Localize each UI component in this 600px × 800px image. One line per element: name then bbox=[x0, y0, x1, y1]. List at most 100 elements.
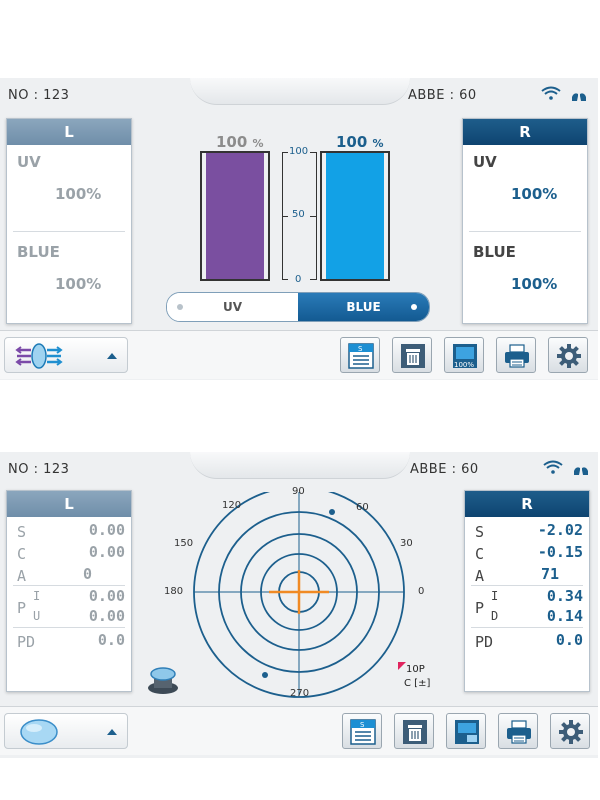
right-a-value: 71 bbox=[541, 565, 560, 583]
toggle-blue-dot bbox=[411, 304, 417, 310]
right-lens-panel: R UV 100% BLUE 100% bbox=[462, 118, 588, 324]
right-pd-value: 0.0 bbox=[555, 631, 583, 649]
settings-button[interactable] bbox=[548, 337, 588, 373]
uv-bar-unit: % bbox=[252, 137, 264, 150]
left-s-label: S bbox=[17, 523, 27, 541]
left-blue-value: 100% bbox=[55, 275, 102, 293]
delete-button[interactable] bbox=[392, 337, 432, 373]
toggle-uv-option[interactable]: UV bbox=[167, 293, 298, 321]
right-pi-label: I bbox=[491, 589, 499, 603]
uv-blue-toggle[interactable]: UV BLUE bbox=[166, 292, 430, 322]
right-uv-value: 100% bbox=[511, 185, 558, 203]
right-blue-label: BLUE bbox=[473, 243, 516, 261]
left-panel-title: L bbox=[7, 119, 131, 145]
right-pi-value: 0.34 bbox=[546, 587, 583, 605]
tick-mark-50-right bbox=[310, 216, 316, 217]
right-pd-label: PD bbox=[475, 633, 494, 651]
left-pi-label: I bbox=[33, 589, 41, 603]
tick-0: 0 bbox=[295, 274, 302, 285]
uv-bar-fill bbox=[206, 153, 264, 279]
left-a-label: A bbox=[17, 567, 27, 585]
left-divider-2 bbox=[13, 627, 125, 628]
uv-bar bbox=[200, 151, 270, 281]
display-icon bbox=[455, 720, 479, 744]
left-p-label: P bbox=[17, 599, 27, 617]
wifi-icon bbox=[541, 86, 561, 100]
prism-marker-icon bbox=[398, 662, 406, 670]
right-s-label: S bbox=[475, 523, 485, 541]
save-sheet-icon: S bbox=[350, 719, 376, 745]
tick-mark-0-right bbox=[310, 279, 316, 280]
tick-50: 50 bbox=[292, 209, 305, 220]
deg-150-label: 150 bbox=[174, 538, 194, 549]
abbe-value: ABBE : 60 bbox=[408, 88, 477, 103]
svg-text:S: S bbox=[358, 345, 363, 353]
tick-mark-100-right bbox=[310, 152, 316, 153]
wifi-icon bbox=[543, 460, 563, 474]
lens-cap-icon bbox=[148, 667, 178, 694]
chevron-up-icon bbox=[107, 729, 117, 735]
right-c-label: C bbox=[475, 545, 485, 563]
tick-mark-0-left bbox=[282, 279, 288, 280]
lens-icon bbox=[20, 719, 58, 745]
left-divider-1 bbox=[13, 585, 125, 586]
chevron-up-icon bbox=[107, 353, 117, 359]
deg-90-label: 90 bbox=[292, 486, 305, 497]
right-panel-title: R bbox=[463, 119, 587, 145]
left-divider bbox=[13, 231, 125, 232]
top-tab-notch-2 bbox=[190, 452, 410, 479]
lensmeter-screen: NO : 123 ABBE : 60 L S 0.00 C 0.00 A 0 P… bbox=[0, 452, 598, 758]
toggle-uv-label: UV bbox=[222, 300, 243, 314]
display-button[interactable] bbox=[446, 713, 486, 749]
percent-display-icon: 100% bbox=[453, 344, 477, 369]
settings-button-2[interactable] bbox=[550, 713, 590, 749]
left-lens-panel: L UV 100% BLUE 100% bbox=[6, 118, 132, 324]
print-button-2[interactable] bbox=[498, 713, 538, 749]
gear-icon bbox=[559, 720, 583, 744]
prism-legend-label: 10P bbox=[406, 664, 425, 675]
tick-100: 100 bbox=[289, 146, 309, 157]
delete-button-2[interactable] bbox=[394, 713, 434, 749]
toggle-blue-option[interactable]: BLUE bbox=[298, 293, 429, 321]
left-pu-value: 0.00 bbox=[88, 607, 125, 625]
deg-0-label: 0 bbox=[418, 586, 425, 597]
uv-bar-percent: 100 % bbox=[216, 133, 264, 151]
uv-bar-value: 100 bbox=[216, 133, 248, 151]
uv-blue-screen: NO : 123 ABBE : 60 L UV 100% BLUE 100% R… bbox=[0, 78, 598, 380]
save-sheet-button-2[interactable]: S bbox=[342, 713, 382, 749]
record-number: NO : 123 bbox=[8, 88, 70, 103]
printer-icon bbox=[505, 344, 529, 368]
deg-120-label: 120 bbox=[222, 500, 242, 511]
abbe-value-2: ABBE : 60 bbox=[410, 462, 479, 477]
right-pd-sub-value: 0.14 bbox=[546, 607, 583, 625]
deg-180-label: 180 bbox=[164, 586, 184, 597]
print-button[interactable] bbox=[496, 337, 536, 373]
lungs-icon bbox=[574, 463, 588, 475]
right-divider-2 bbox=[471, 627, 583, 628]
lungs-icon bbox=[572, 89, 586, 101]
deg-60-label: 60 bbox=[356, 502, 369, 513]
right-divider-1 bbox=[471, 585, 583, 586]
blue-bar-percent: 100 % bbox=[336, 133, 384, 151]
top-bar-2: NO : 123 ABBE : 60 bbox=[0, 452, 598, 488]
left-pd-value: 0.0 bbox=[97, 631, 125, 649]
percent-display-button[interactable]: 100% bbox=[444, 337, 484, 373]
record-number-2: NO : 123 bbox=[8, 462, 70, 477]
left-a-value: 0 bbox=[83, 565, 93, 583]
save-sheet-button[interactable]: S bbox=[340, 337, 380, 373]
left-blue-label: BLUE bbox=[17, 243, 60, 261]
uv-blue-filter-icon bbox=[15, 343, 63, 369]
left-c-label: C bbox=[17, 545, 27, 563]
mode-select-button[interactable] bbox=[4, 337, 128, 373]
right-a-label: A bbox=[475, 567, 485, 585]
left-s-value: 0.00 bbox=[88, 521, 125, 539]
lens-mode-button[interactable] bbox=[4, 713, 128, 749]
right-c-value: -0.15 bbox=[537, 543, 583, 561]
tick-mark-50-left bbox=[282, 216, 288, 217]
printer-icon bbox=[507, 720, 531, 744]
left-uv-label: UV bbox=[17, 153, 41, 171]
gear-icon bbox=[557, 344, 581, 368]
right-divider bbox=[469, 231, 581, 232]
top-bar: NO : 123 ABBE : 60 bbox=[0, 78, 598, 114]
svg-text:S: S bbox=[360, 721, 365, 729]
